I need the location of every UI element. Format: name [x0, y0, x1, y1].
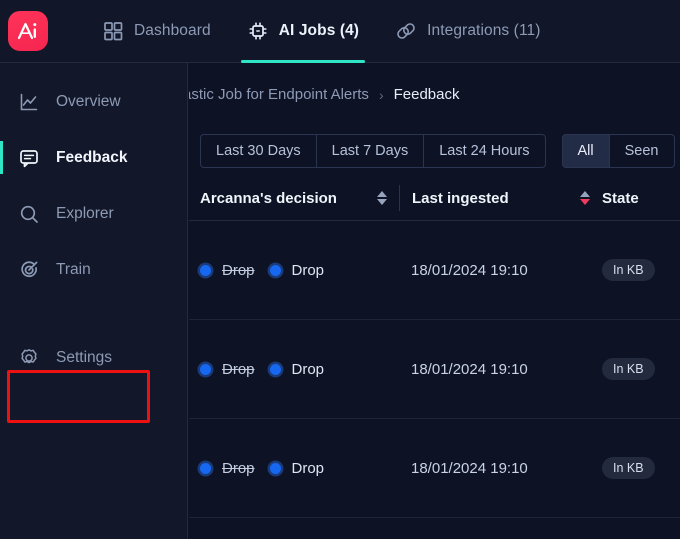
sidebar-item-train[interactable]: Train	[0, 245, 187, 294]
decision-dot-icon	[200, 462, 211, 474]
sort-descending-icon	[580, 199, 590, 205]
chip-icon	[247, 20, 269, 42]
plug-icon	[395, 20, 417, 42]
sidebar: Overview Feedback Explorer Train Setting…	[0, 63, 188, 539]
search-icon	[18, 203, 40, 225]
target-icon	[18, 259, 40, 281]
decision-dot-icon	[200, 264, 211, 276]
sidebar-item-settings[interactable]: Settings	[0, 333, 187, 382]
column-header-decision: Arcanna's decision	[200, 190, 399, 207]
breadcrumb-separator-icon: ›	[378, 86, 384, 103]
filter-all[interactable]: All	[561, 134, 609, 168]
tab-dashboard-label: Dashboard	[134, 22, 211, 39]
filter-last-24-hours[interactable]: Last 24 Hours	[423, 134, 546, 168]
status-badge: In KB	[602, 259, 655, 281]
tab-ai-jobs-label: AI Jobs (4)	[278, 22, 360, 39]
cell-decision: Drop Drop	[200, 460, 399, 477]
tab-integrations-label: Integrations (11)	[427, 22, 541, 39]
decision-previous: Drop	[222, 261, 255, 279]
sidebar-item-feedback[interactable]: Feedback	[0, 133, 187, 182]
cell-state: In KB	[602, 358, 655, 380]
sidebar-item-overview-label: Overview	[56, 92, 121, 110]
sort-toggle-last-ingested[interactable]	[580, 191, 590, 205]
time-range-button-group: Last 30 Days Last 7 Days Last 24 Hours	[200, 134, 546, 168]
status-badge: In KB	[602, 358, 655, 380]
status-button-group: All Seen	[561, 134, 675, 168]
column-header-state: State	[602, 190, 639, 207]
message-icon	[18, 147, 40, 169]
top-navigation-bar: Dashboard AI Jobs (4) Integrations (11)	[0, 0, 680, 63]
decision-current: Drop	[291, 360, 325, 378]
arcanna-logo[interactable]	[8, 11, 48, 51]
sort-ascending-icon	[580, 191, 590, 197]
filter-bar: Last 30 Days Last 7 Days Last 24 Hours A…	[189, 126, 680, 176]
breadcrumb-parent[interactable]: astic Job for Endpoint Alerts	[189, 86, 369, 103]
decision-current: Drop	[291, 459, 325, 477]
grid-icon	[102, 20, 124, 42]
column-header-decision-label[interactable]: Arcanna's decision	[200, 190, 337, 207]
cell-state: In KB	[602, 259, 655, 281]
filter-last-30-days[interactable]: Last 30 Days	[200, 134, 316, 168]
sort-toggle-decision[interactable]	[377, 191, 387, 205]
cell-last-ingested: 18/01/2024 19:10	[411, 360, 528, 378]
table-row[interactable]: Drop Drop 18/01/2024 19:10 In KB	[189, 419, 680, 518]
filter-seen[interactable]: Seen	[608, 134, 675, 168]
tab-ai-jobs[interactable]: AI Jobs (4)	[229, 0, 377, 63]
sort-descending-icon	[377, 199, 387, 205]
sidebar-item-explorer-label: Explorer	[56, 204, 114, 222]
decision-dot-icon	[269, 264, 281, 276]
decision-current: Drop	[291, 261, 325, 279]
table-row[interactable]: Drop Drop 18/01/2024 19:10 In KB	[189, 221, 680, 320]
sidebar-item-settings-label: Settings	[56, 348, 113, 366]
main-content: astic Job for Endpoint Alerts › Feedback…	[189, 63, 680, 539]
cell-decision: Drop Drop	[200, 262, 399, 279]
cell-last-ingested: 18/01/2024 19:10	[411, 261, 528, 279]
chart-line-icon	[18, 91, 40, 113]
decision-dot-icon	[200, 363, 211, 375]
filter-last-7-days[interactable]: Last 7 Days	[315, 134, 424, 168]
column-header-last-ingested-label[interactable]: Last ingested	[412, 190, 509, 207]
column-header-last-ingested: Last ingested	[399, 185, 602, 211]
table-header-row: Arcanna's decision Last ingested State	[189, 176, 680, 221]
sidebar-item-train-label: Train	[56, 260, 91, 278]
cell-state: In KB	[602, 457, 655, 479]
tab-dashboard[interactable]: Dashboard	[84, 0, 229, 63]
status-badge: In KB	[602, 457, 655, 479]
cell-last-ingested: 18/01/2024 19:10	[411, 459, 528, 477]
cell-decision: Drop Drop	[200, 361, 399, 378]
decision-previous: Drop	[222, 360, 255, 378]
app-root: Dashboard AI Jobs (4) Integrations (11) …	[0, 0, 680, 539]
sort-ascending-icon	[377, 191, 387, 197]
decision-dot-icon	[269, 363, 281, 375]
column-header-state-label: State	[602, 189, 639, 207]
gear-icon	[18, 347, 40, 369]
breadcrumb-current: Feedback	[393, 86, 460, 103]
table-row[interactable]: Drop Drop 18/01/2024 19:10 In KB	[189, 320, 680, 419]
sidebar-item-overview[interactable]: Overview	[0, 77, 187, 126]
sidebar-item-feedback-label: Feedback	[56, 148, 128, 166]
breadcrumb: astic Job for Endpoint Alerts › Feedback	[189, 63, 680, 126]
tab-integrations[interactable]: Integrations (11)	[377, 0, 558, 63]
decision-dot-icon	[269, 462, 281, 474]
decision-previous: Drop	[222, 459, 255, 477]
top-nav-tabs: Dashboard AI Jobs (4) Integrations (11)	[84, 0, 559, 63]
sidebar-item-explorer[interactable]: Explorer	[0, 189, 187, 238]
